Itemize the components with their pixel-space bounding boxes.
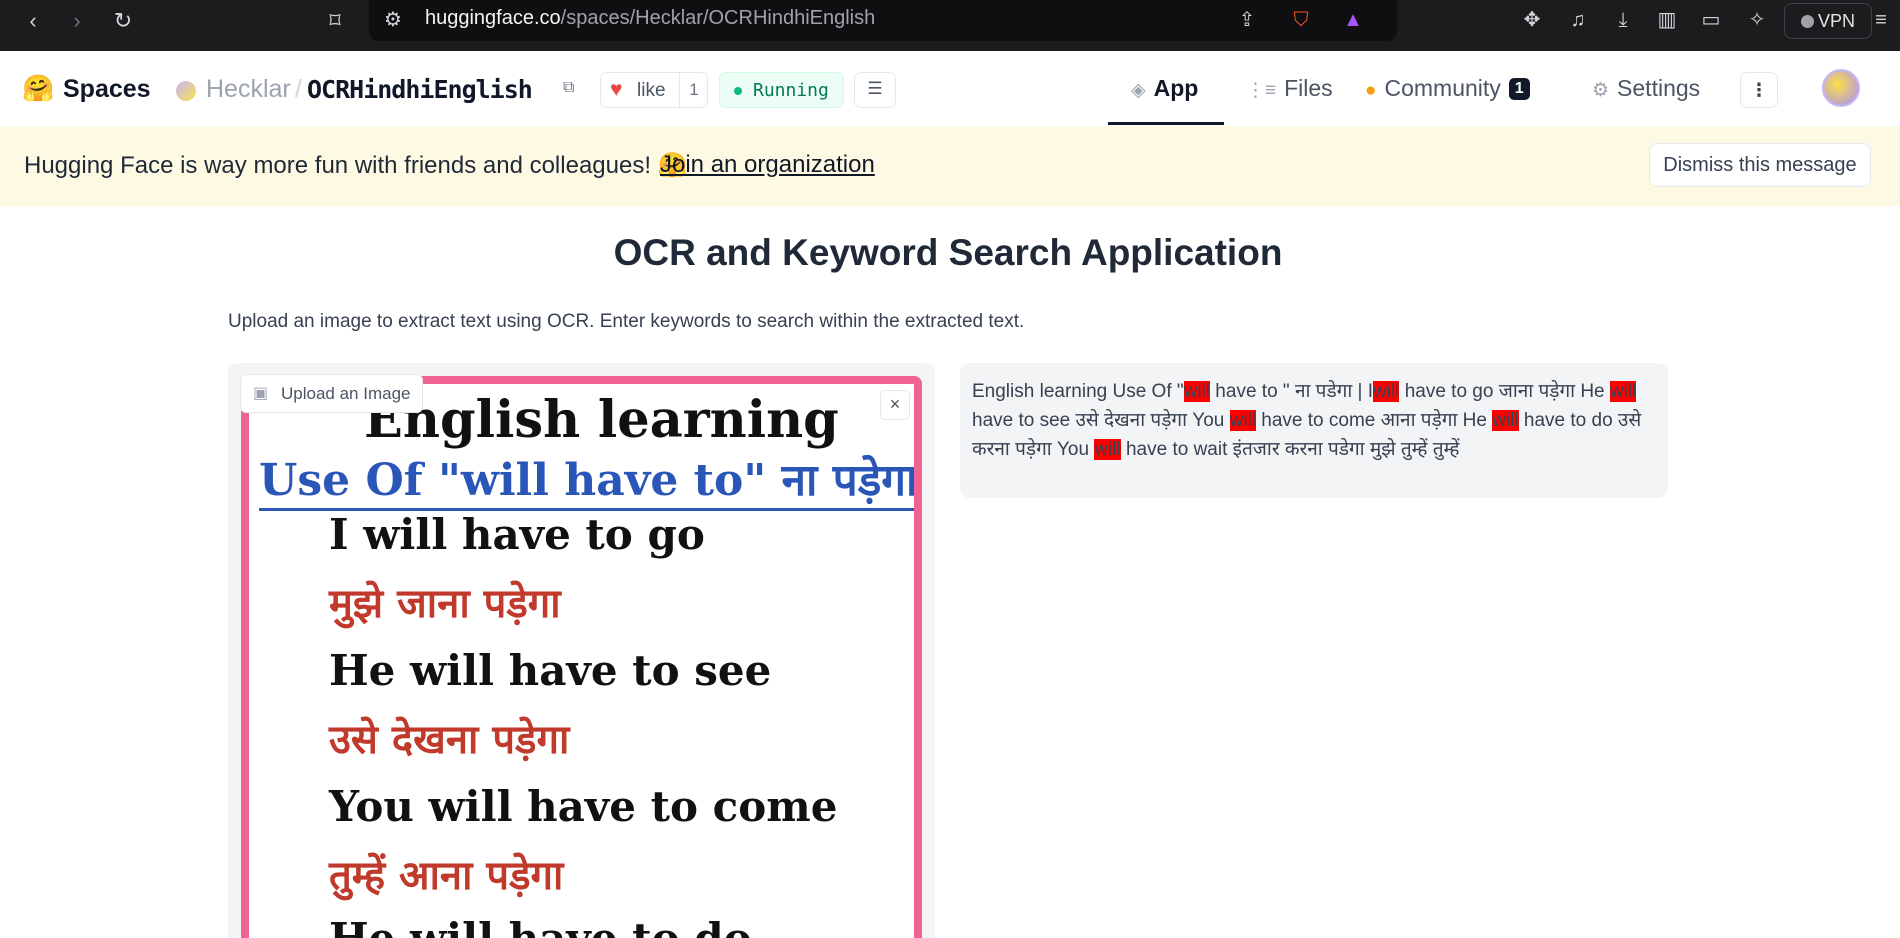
- tab-app[interactable]: ◈ App: [1131, 75, 1198, 102]
- download-icon[interactable]: ⤓: [1610, 7, 1636, 33]
- keyword-highlight: will: [1229, 410, 1257, 431]
- browser-toolbar: ‹ › ↻ ⌑ ⚙ huggingface.co/spaces/Hecklar/…: [0, 0, 1900, 51]
- image-line: He will have to do: [329, 914, 752, 938]
- brave-rewards-icon[interactable]: ▲: [1340, 7, 1366, 33]
- tab-files[interactable]: ⋮≡ Files: [1246, 75, 1333, 102]
- image-line: Use Of "will have to" ना पड़ेगा।: [259, 448, 914, 511]
- active-tab-indicator: [1108, 122, 1224, 125]
- keyword-highlight: will: [1492, 410, 1519, 431]
- like-count[interactable]: 1: [679, 73, 708, 107]
- cube-icon: ◈: [1131, 80, 1146, 101]
- brave-shield-icon[interactable]: ⛉: [1288, 7, 1314, 33]
- menu-icon[interactable]: ≡: [1868, 7, 1894, 33]
- reload-icon[interactable]: ↻: [108, 6, 138, 36]
- hf-logo-icon[interactable]: 🤗: [22, 73, 54, 104]
- keyword-highlight: will: [1373, 381, 1400, 402]
- back-icon[interactable]: ‹: [18, 6, 48, 36]
- uploaded-image-preview: English learning Use Of "will have to" न…: [241, 376, 922, 938]
- community-icon: ●: [1365, 80, 1377, 101]
- user-avatar[interactable]: [1822, 69, 1860, 107]
- image-line: मुझे जाना पड़ेगा: [329, 580, 561, 627]
- tab-settings[interactable]: ⚙ Settings: [1592, 75, 1700, 102]
- bookmark-icon[interactable]: ⌑: [320, 6, 350, 36]
- copy-icon[interactable]: ⧉: [563, 79, 581, 97]
- spaces-link[interactable]: Spaces: [63, 75, 151, 104]
- close-icon: ×: [889, 394, 901, 414]
- image-icon: ▣: [253, 385, 269, 402]
- vpn-status-icon: [1800, 15, 1814, 28]
- app-title: OCR and Keyword Search Application: [613, 232, 1283, 273]
- media-icon[interactable]: ♫: [1565, 7, 1591, 33]
- keyword-highlight: will: [1609, 381, 1637, 402]
- clear-image-button[interactable]: ×: [880, 390, 910, 420]
- like-button[interactable]: ♥ like 1: [600, 72, 708, 108]
- sidebar-icon[interactable]: ▥: [1654, 7, 1680, 33]
- like-label: like: [637, 80, 666, 101]
- share-icon[interactable]: ⇪: [1234, 7, 1260, 33]
- keyword-highlight: will: [1183, 381, 1211, 402]
- status-dot-icon: [734, 87, 742, 95]
- keyword-highlight: will: [1094, 439, 1121, 460]
- image-upload-panel[interactable]: ▣ Upload an Image × English learning Use …: [228, 363, 935, 938]
- upload-label: ▣ Upload an Image: [240, 374, 424, 413]
- space-header: 🤗 Spaces Hecklar / OCRHindhiEnglish ⧉ ♥ …: [0, 51, 1900, 127]
- path-separator: /: [295, 75, 302, 103]
- files-icon: ⋮≡: [1246, 80, 1277, 101]
- image-line: I will have to go: [329, 510, 705, 559]
- image-line: English learning: [364, 390, 839, 450]
- banner-text: Hugging Face is way more fun with friend…: [24, 152, 688, 179]
- status-badge[interactable]: Running: [719, 72, 844, 108]
- leo-ai-icon[interactable]: ✧: [1744, 7, 1770, 33]
- space-owner-avatar: [176, 81, 196, 101]
- image-line: तुम्हें आना पड़ेगा: [329, 852, 564, 899]
- tab-community[interactable]: ● Community 1: [1365, 75, 1530, 102]
- more-options-button[interactable]: ⋮: [1740, 72, 1778, 108]
- wallet-icon[interactable]: ▭: [1698, 7, 1724, 33]
- site-settings-icon[interactable]: ⚙: [380, 7, 406, 33]
- community-count-badge: 1: [1508, 78, 1530, 100]
- heart-icon: ♥: [610, 78, 623, 101]
- url-text[interactable]: huggingface.co/spaces/Hecklar/OCRHindhiE…: [425, 7, 875, 30]
- org-banner: Hugging Face is way more fun with friend…: [0, 126, 1900, 206]
- status-label: Running: [753, 80, 829, 101]
- ocr-output-text[interactable]: English learning Use Of "will have to " …: [972, 377, 1656, 464]
- ocr-output-panel: English learning Use Of "will have to " …: [960, 363, 1668, 498]
- gear-icon: ⚙: [1592, 80, 1610, 101]
- image-line: You will have to come: [329, 782, 838, 831]
- image-line: He will have to see: [329, 646, 772, 695]
- forward-icon[interactable]: ›: [62, 6, 92, 36]
- extensions-icon[interactable]: ✥: [1519, 7, 1545, 33]
- list-icon: ☰: [867, 79, 883, 98]
- image-line: उसे देखना पड़ेगा: [329, 716, 570, 763]
- app-description: Upload an image to extract text using OC…: [228, 311, 1025, 332]
- repo-name-link[interactable]: OCRHindhiEnglish: [307, 75, 533, 104]
- vpn-button[interactable]: VPN: [1784, 3, 1872, 39]
- dismiss-button[interactable]: Dismiss this message: [1649, 143, 1871, 187]
- owner-link[interactable]: Hecklar: [206, 75, 291, 104]
- logs-button[interactable]: ☰: [854, 72, 896, 108]
- join-organization-link[interactable]: Join an organization: [660, 151, 875, 179]
